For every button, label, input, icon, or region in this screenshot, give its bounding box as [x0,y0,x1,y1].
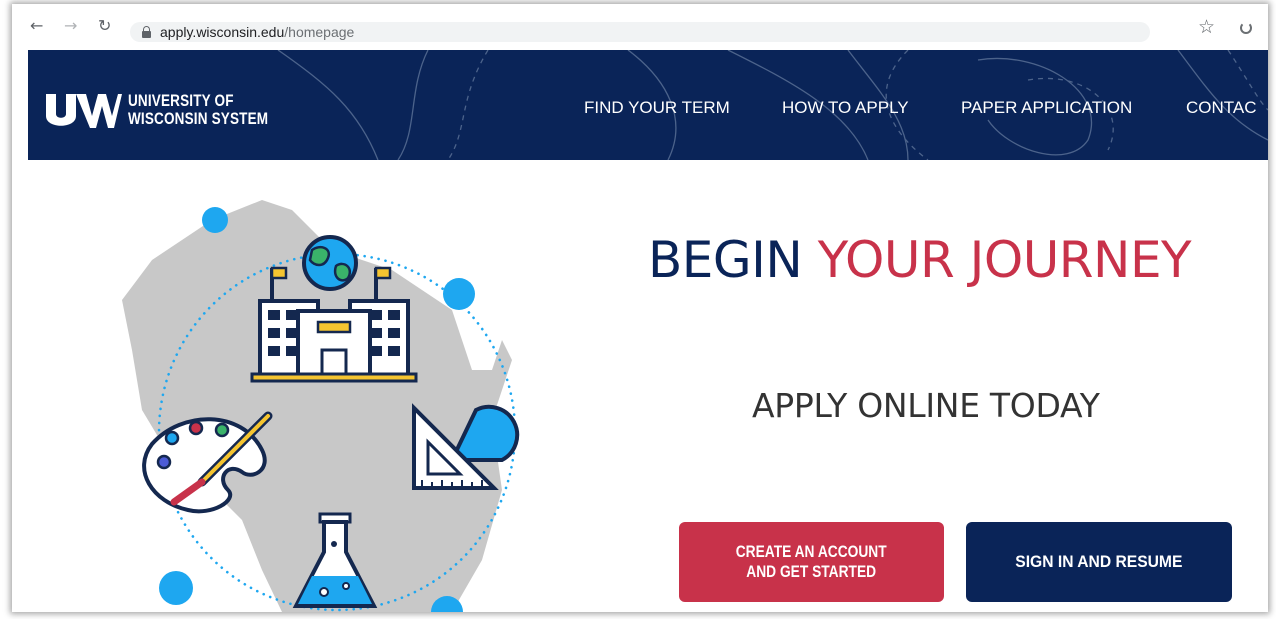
url-text: apply.wisconsin.edu/homepage [160,23,354,41]
nav-how-to-apply[interactable]: HOW TO APPLY [782,98,909,118]
globe-icon [302,235,358,291]
logo-line-2: WISCONSIN SYSTEM [128,110,269,128]
nav-paper-application[interactable]: PAPER APPLICATION [961,98,1132,118]
url-host: apply.wisconsin.edu [160,24,285,40]
nav-find-your-term[interactable]: FIND YOUR TERM [584,98,730,118]
hero-subtitle: APPLY ONLINE TODAY [752,386,1100,425]
url-path: /homepage [284,24,355,40]
back-arrow-icon[interactable]: ← [30,16,43,36]
star-icon[interactable]: ☆ [1198,16,1215,38]
logo-wordmark[interactable]: UNIVERSITY OF WISCONSIN SYSTEM [128,92,268,128]
uw-logo-icon[interactable] [46,94,122,128]
nav-contact[interactable]: CONTAC [1186,98,1257,118]
create-account-label: CREATE AN ACCOUNT AND GET STARTED [728,542,896,582]
extension-icon[interactable] [1240,22,1252,34]
forward-arrow-icon[interactable]: → [64,16,77,36]
create-account-button[interactable]: CREATE AN ACCOUNT AND GET STARTED [679,522,944,602]
site-header: UNIVERSITY OF WISCONSIN SYSTEM FIND YOUR… [28,50,1268,160]
sign-in-button[interactable]: SIGN IN AND RESUME [966,522,1232,602]
page-frame: ← → ↻ apply.wisconsin.edu/homepage ☆ UNI… [12,4,1268,612]
hero-title-journey: YOUR JOURNEY [817,231,1192,289]
sign-in-label: SIGN IN AND RESUME [1015,552,1183,571]
lock-icon[interactable] [142,26,151,38]
reload-icon[interactable]: ↻ [98,16,111,36]
logo-line-1: UNIVERSITY OF [128,92,234,110]
hero-title: BEGIN YOUR JOURNEY [648,230,1192,290]
address-bar[interactable]: apply.wisconsin.edu/homepage [130,22,1150,42]
hero-title-begin: BEGIN [648,231,803,289]
create-account-line-1: CREATE AN ACCOUNT [736,542,887,561]
create-account-line-2: AND GET STARTED [746,562,877,581]
hero-illustration [122,200,520,612]
browser-toolbar: ← → ↻ apply.wisconsin.edu/homepage ☆ [12,4,1268,50]
